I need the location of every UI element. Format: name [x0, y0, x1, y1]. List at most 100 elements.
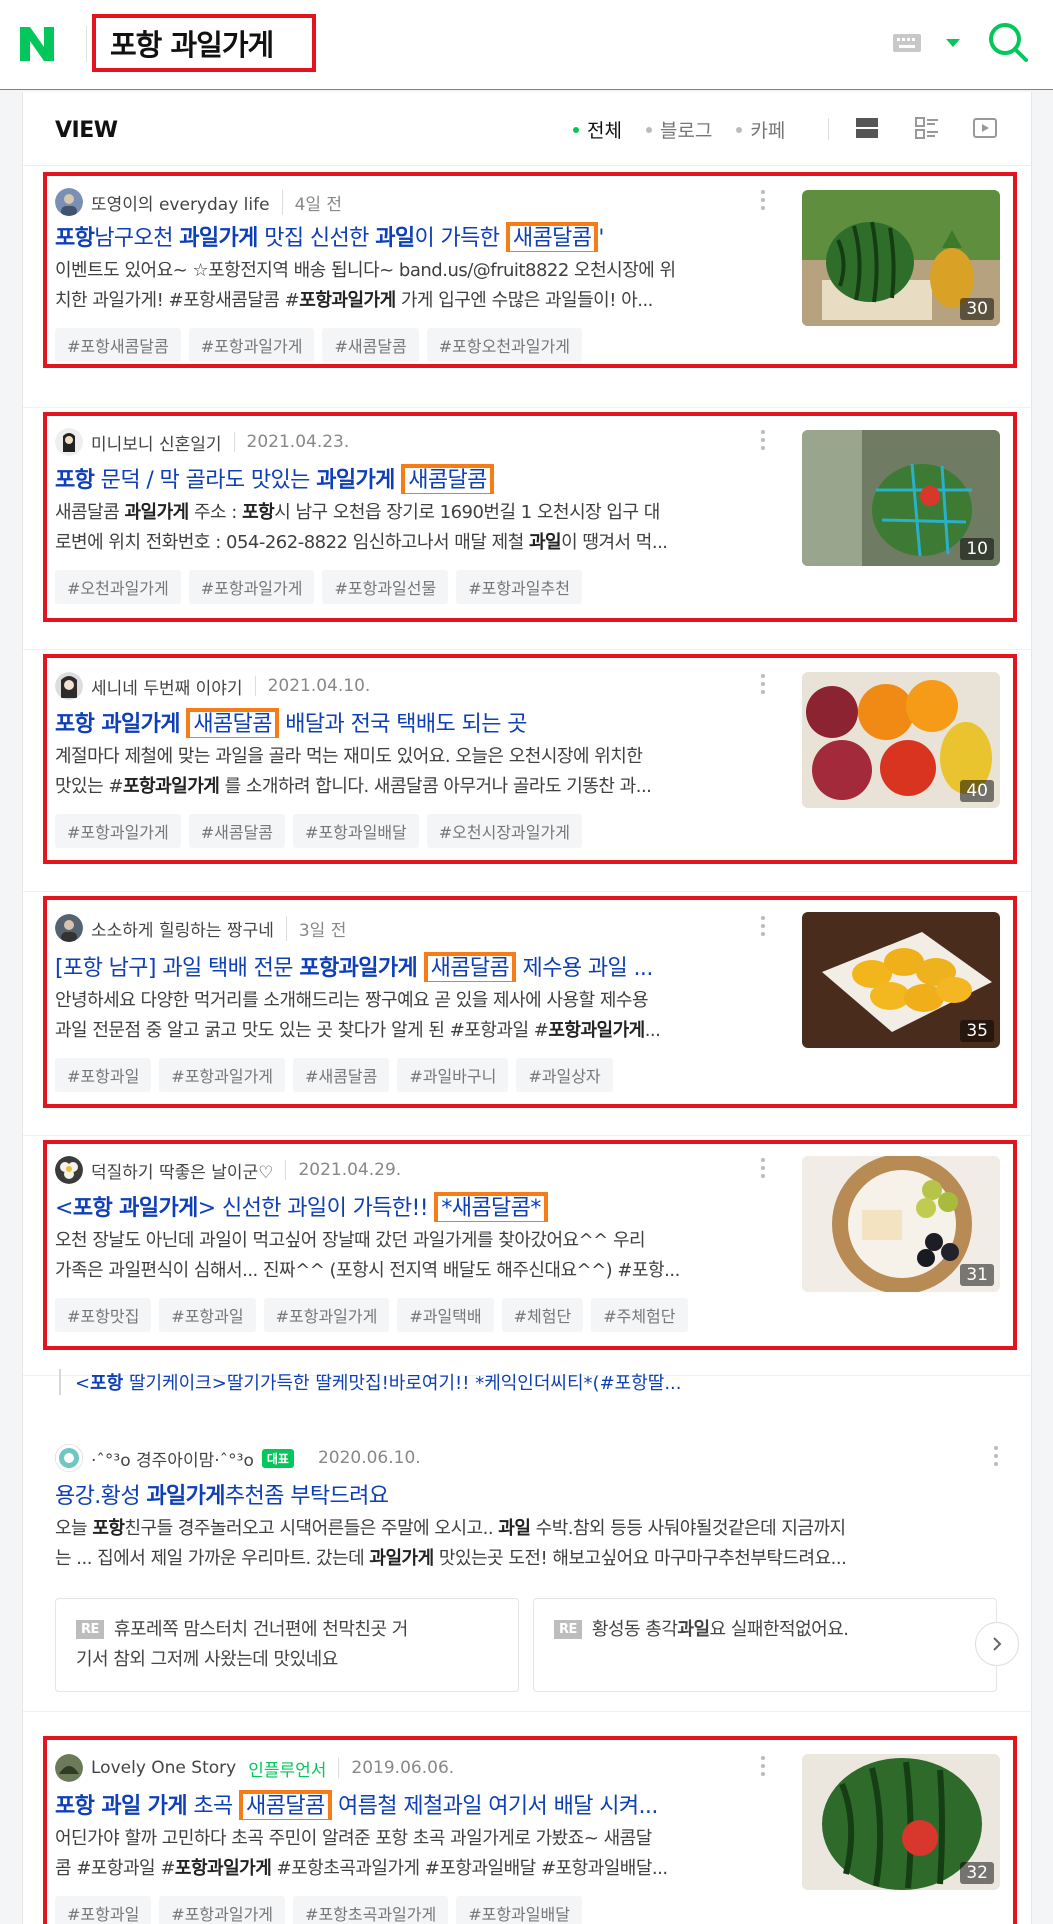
result-description[interactable]: 계절마다 제철에 맞는 과일을 골라 먹는 재미도 있어요. 오늘은 오천시장에…	[55, 742, 765, 802]
hashtag[interactable]: #포항과일가게	[159, 1896, 286, 1924]
author-name[interactable]: Lovely One Story	[91, 1758, 236, 1778]
result-title[interactable]: 포항 문덕 / 막 골라도 맛있는 과일가게 새콤달콤	[55, 462, 775, 494]
influencer-badge[interactable]: 인플루언서	[248, 1756, 326, 1781]
avatar[interactable]	[55, 428, 83, 456]
avatar[interactable]	[55, 1156, 83, 1184]
hashtag[interactable]: #포항과일선물	[322, 570, 449, 604]
result-description[interactable]: 오천 장날도 아닌데 과일이 먹고싶어 장날때 갔던 과일가게를 찾아갔어요^^…	[55, 1226, 765, 1286]
view-tab-bar: VIEW 전체 블로그 카페	[23, 92, 1033, 166]
result-description[interactable]: 오늘 포항친구들 경주놀러오고 시댁어른들은 주말에 오시고.. 과일 수박.참…	[55, 1514, 1015, 1574]
keyboard-icon[interactable]	[892, 30, 922, 56]
hashtag[interactable]: #새콤달콤	[188, 814, 286, 848]
author-name[interactable]: 미니보니 신혼일기	[91, 430, 222, 455]
author-name[interactable]: 세니네 두번째 이야기	[91, 674, 243, 699]
comment-card[interactable]: RE 황성동 총각과일요 실패한적없어요.	[533, 1598, 997, 1692]
thumbnail-fruits[interactable]: 40	[802, 672, 1000, 808]
avatar[interactable]	[55, 914, 83, 942]
more-options-icon[interactable]	[760, 428, 766, 452]
card-view-icon[interactable]	[913, 114, 941, 142]
more-options-icon[interactable]	[760, 1754, 766, 1778]
author-name[interactable]: ·ˆ°³ο 경주아이맘·ˆ°³ο	[91, 1446, 254, 1471]
result-title[interactable]: 포항 과일 가게 초곡 새콤달콤 여름철 제철과일 여기서 배달 시켜...	[55, 1788, 775, 1820]
more-options-icon[interactable]	[760, 188, 766, 212]
title-keyword: 과일	[375, 226, 415, 251]
result-description[interactable]: 이벤트도 있어요~ ☆포항전지역 배송 됩니다~ band.us/@fruit8…	[55, 256, 765, 316]
hashtag[interactable]: #새콤달콤	[322, 328, 419, 362]
result-title[interactable]: 포항남구오천 과일가게 맛집 신선한 과일이 가득한 새콤달콤 '	[55, 220, 775, 252]
hashtag[interactable]: #포항과일가게	[263, 1298, 390, 1332]
more-options-icon[interactable]	[760, 1156, 766, 1180]
dot-icon	[645, 126, 652, 133]
hashtag[interactable]: #포항과일가게	[159, 1058, 286, 1092]
hashtag[interactable]: #새콤달콤	[293, 1058, 390, 1092]
thumbnail-watermelon-2[interactable]: 32	[802, 1754, 1000, 1890]
hashtag[interactable]: #포항새콤달콤	[55, 328, 181, 362]
list-view-icon[interactable]	[853, 114, 881, 142]
search-icon[interactable]	[986, 20, 1030, 64]
avatar[interactable]	[55, 1754, 83, 1782]
thumbnail-fruit-platter[interactable]: 31	[802, 1156, 1000, 1292]
comment-text: 황성동 총각	[591, 1619, 678, 1640]
result-title[interactable]: 포항 과일가게 새콤달콤 배달과 전국 택배도 되는 곳	[55, 706, 775, 738]
related-post-link[interactable]: <포항 딸기케이크>딸기가득한 딸케맛집!바로여기!! *케익인더씨티*(#포항…	[59, 1369, 779, 1395]
result-title[interactable]: [포항 남구] 과일 택배 전문 포항과일가게 새콤달콤 제수용 과일 ...	[55, 950, 775, 982]
hashtag[interactable]: #포항과일배달	[293, 814, 419, 848]
naver-logo-icon[interactable]	[18, 25, 56, 63]
hashtag[interactable]: #포항오천과일가게	[426, 328, 582, 362]
hashtag[interactable]: #포항과일	[159, 1298, 256, 1332]
hashtag[interactable]: #포항과일	[55, 1896, 152, 1924]
comment-text: 요 실패한적없어요.	[709, 1619, 849, 1640]
hashtag[interactable]: #포항초곡과일가게	[293, 1896, 449, 1924]
chevron-down-icon[interactable]	[944, 36, 962, 50]
more-options-icon[interactable]	[760, 672, 766, 696]
result-description[interactable]: 안녕하세요 다양한 먹거리를 소개해드리는 짱구예요 곧 있을 제사에 사용할 …	[55, 986, 765, 1046]
filter-cafe-label: 카페	[750, 120, 786, 142]
comment-keyword: 과일	[677, 1619, 710, 1640]
hashtag[interactable]: #포항과일배달	[456, 1896, 582, 1924]
more-options-icon[interactable]	[993, 1444, 999, 1468]
result-description[interactable]: 새콤달콤 과일가게 주소 : 포항시 남구 오천읍 장기로 1690번길 1 오…	[55, 498, 765, 558]
link-keyword: 포항	[90, 1373, 124, 1394]
hashtag[interactable]: #체험단	[501, 1298, 584, 1332]
hashtag[interactable]: #포항과일추천	[456, 570, 582, 604]
hashtag[interactable]: #포항과일가게	[55, 814, 181, 848]
hashtag[interactable]: #주체험단	[591, 1298, 688, 1332]
title-keyword: 과일가게	[316, 468, 395, 493]
filter-blog[interactable]: 블로그	[645, 116, 712, 143]
hashtag[interactable]: #과일바구니	[397, 1058, 509, 1092]
hashtag[interactable]: #포항과일	[55, 1058, 152, 1092]
desc-line: 로변에 위치 전화번호 : 054-262-8822 임신하고나서 매달 제철 …	[55, 532, 668, 553]
result-title[interactable]: <포항 과일가게> 신선한 과일이 가득한!! *새콤달콤*	[55, 1190, 775, 1222]
result-title[interactable]: 용강.황성 과일가게추천좀 부탁드려요	[55, 1478, 775, 1510]
hashtag[interactable]: #과일상자	[516, 1058, 613, 1092]
thumbnail-watermelon[interactable]: 30	[802, 190, 1000, 326]
post-date: 2021.04.23.	[233, 432, 349, 452]
hashtag[interactable]: #과일택배	[397, 1298, 494, 1332]
hashtag[interactable]: #오천과일가게	[55, 570, 181, 604]
filter-all[interactable]: 전체	[573, 116, 622, 143]
reply-badge: RE	[554, 1620, 582, 1639]
author-name[interactable]: 덕질하기 딱좋은 날이군♡	[91, 1158, 273, 1183]
thumbnail-korean-melons[interactable]: 35	[802, 912, 1000, 1048]
search-input[interactable]: 포항 과일가게	[92, 14, 316, 72]
thumbnail-melon-bag[interactable]: 10	[802, 430, 1000, 566]
result-meta: ·ˆ°³ο 경주아이맘·ˆ°³ο 대표 2020.06.10.	[55, 1444, 421, 1472]
video-view-icon[interactable]	[971, 114, 999, 142]
avatar[interactable]	[55, 188, 83, 216]
filter-cafe[interactable]: 카페	[736, 116, 785, 143]
comment-card[interactable]: RE 휴포레쪽 맘스터치 건너편에 천막친곳 거 기서 참외 그저께 사왔는데 맛…	[55, 1598, 519, 1692]
hashtag[interactable]: #오천시장과일가게	[426, 814, 582, 848]
author-name[interactable]: 또영이의 everyday life	[91, 190, 270, 215]
header-divider	[86, 26, 87, 62]
image-count: 35	[960, 1020, 994, 1042]
author-name[interactable]: 소소하게 힐링하는 짱구네	[91, 916, 274, 941]
hashtag[interactable]: #포항맛집	[55, 1298, 152, 1332]
avatar[interactable]	[55, 672, 83, 700]
hashtag[interactable]: #포항과일가게	[188, 328, 315, 362]
more-options-icon[interactable]	[760, 914, 766, 938]
hashtag[interactable]: #포항과일가게	[188, 570, 315, 604]
filter-divider	[828, 118, 829, 140]
cafe-logo-avatar[interactable]	[55, 1444, 83, 1472]
carousel-next-button[interactable]	[975, 1622, 1019, 1666]
result-description[interactable]: 어딘가야 할까 고민하다 초곡 주민이 알려준 포항 초곡 과일가게로 가봤죠~…	[55, 1824, 765, 1884]
